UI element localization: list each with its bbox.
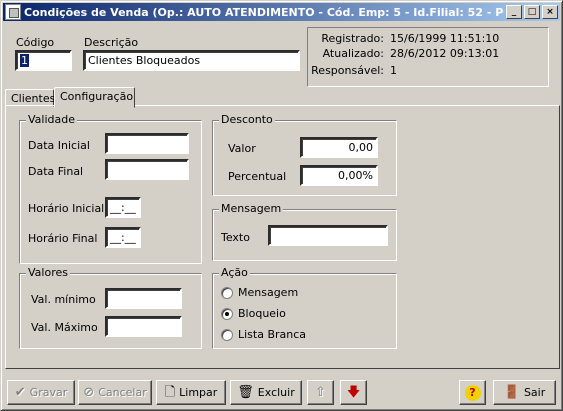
horario-final-label: Horário Final xyxy=(28,232,98,245)
cancelar-label: Cancelar xyxy=(98,386,147,399)
limpar-label: Limpar xyxy=(179,386,218,399)
acao-option-bloqueio[interactable]: Bloqueio xyxy=(221,307,286,320)
texto-label: Texto xyxy=(221,231,250,244)
horario-final-field[interactable]: __:__ xyxy=(105,227,141,248)
acao-option-mensagem[interactable]: Mensagem xyxy=(221,286,298,299)
acao-group: Ação Mensagem Bloqueio Lista Branca xyxy=(212,266,397,349)
valores-title: Valores xyxy=(26,266,70,279)
maximize-button[interactable]: □ xyxy=(524,5,540,19)
excluir-label: Excluir xyxy=(257,386,295,399)
audit-info-box: Registrado: 15/6/1999 11:51:10 Atualizad… xyxy=(307,27,549,87)
acao-title: Ação xyxy=(219,266,250,279)
help-icon: ? xyxy=(464,384,481,401)
data-final-field[interactable] xyxy=(105,159,189,180)
sair-label: Sair xyxy=(523,386,546,399)
configuracao-panel: Validade Data Inicial Data Final Horário… xyxy=(5,105,560,369)
data-inicial-label: Data Inicial xyxy=(28,139,90,152)
excluir-button[interactable]: 🗑 Excluir xyxy=(230,380,302,405)
radio-mensagem[interactable] xyxy=(221,286,233,299)
minimize-button[interactable]: _ xyxy=(506,5,522,19)
app-icon xyxy=(5,4,21,20)
radio-lista-branca[interactable] xyxy=(221,328,233,341)
valor-field[interactable]: 0,00 xyxy=(300,137,378,158)
val-maximo-field[interactable] xyxy=(105,316,182,337)
move-down-button[interactable]: 🡇 xyxy=(340,380,367,405)
limpar-button[interactable]: 🗋 Limpar xyxy=(156,380,226,405)
exit-door-icon: 🚪 xyxy=(503,385,520,400)
desconto-title: Desconto xyxy=(219,113,275,126)
horario-inicial-field[interactable]: __:__ xyxy=(105,197,141,218)
texto-field[interactable] xyxy=(268,225,388,246)
gravar-button[interactable]: ✔ Gravar xyxy=(7,380,75,405)
radio-bloqueio[interactable] xyxy=(221,307,233,320)
valores-group: Valores Val. mínimo Val. Máximo xyxy=(19,266,202,349)
data-final-label: Data Final xyxy=(28,165,84,178)
valor-label: Valor xyxy=(228,142,256,155)
arrow-up-icon: ⇧ xyxy=(315,385,326,400)
atualizado-label: Atualizado: xyxy=(322,47,384,60)
tab-configuracao[interactable]: Configuração xyxy=(54,87,135,108)
sair-button[interactable]: 🚪 Sair xyxy=(493,380,556,405)
trash-icon: 🗑 xyxy=(237,385,254,400)
close-button[interactable]: × xyxy=(542,5,558,19)
responsavel-value: 1 xyxy=(390,64,397,77)
acao-option-label: Mensagem xyxy=(238,286,299,299)
window-title: Condições de Venda (Op.: AUTO ATENDIMENT… xyxy=(24,5,504,19)
validade-title: Validade xyxy=(26,113,77,126)
descricao-field[interactable]: Clientes Bloqueados xyxy=(83,50,300,71)
help-button[interactable]: ? xyxy=(459,380,486,405)
data-inicial-field[interactable] xyxy=(105,133,189,154)
acao-option-lista-branca[interactable]: Lista Branca xyxy=(221,328,306,341)
arrow-down-icon: 🡇 xyxy=(346,385,361,400)
percentual-label: Percentual xyxy=(228,170,287,183)
acao-option-label: Bloqueio xyxy=(238,307,286,320)
percentual-field[interactable]: 0,00% xyxy=(300,165,378,186)
mensagem-title: Mensagem xyxy=(219,202,284,215)
acao-option-label: Lista Branca xyxy=(238,328,307,341)
new-document-icon: 🗋 xyxy=(164,385,176,400)
cancelar-button[interactable]: ⊘ Cancelar xyxy=(78,380,152,405)
desconto-group: Desconto Valor 0,00 Percentual 0,00% xyxy=(212,113,397,196)
check-icon: ✔ xyxy=(14,385,26,400)
title-bar[interactable]: Condições de Venda (Op.: AUTO ATENDIMENT… xyxy=(3,3,560,21)
validade-group: Validade Data Inicial Data Final Horário… xyxy=(19,113,202,264)
cancel-icon: ⊘ xyxy=(83,385,95,400)
bottom-toolbar: ✔ Gravar ⊘ Cancelar 🗋 Limpar 🗑 Excluir ⇧… xyxy=(5,377,560,407)
move-up-button[interactable]: ⇧ xyxy=(307,380,334,405)
responsavel-label: Responsável: xyxy=(311,64,384,77)
val-minimo-label: Val. mínimo xyxy=(31,293,96,306)
horario-inicial-label: Horário Inicial xyxy=(28,202,105,215)
val-maximo-label: Val. Máximo xyxy=(31,321,98,334)
codigo-field[interactable]: 1 xyxy=(15,50,72,71)
atualizado-value: 28/6/2012 09:13:01 xyxy=(390,47,500,60)
descricao-label: Descrição xyxy=(84,36,139,49)
codigo-value: 1 xyxy=(20,54,29,67)
gravar-label: Gravar xyxy=(29,386,68,399)
main-window: Condições de Venda (Op.: AUTO ATENDIMENT… xyxy=(0,0,563,411)
registrado-value: 15/6/1999 11:51:10 xyxy=(390,32,500,45)
val-minimo-field[interactable] xyxy=(105,288,182,309)
mensagem-group: Mensagem Texto xyxy=(212,202,397,261)
registrado-label: Registrado: xyxy=(321,32,384,45)
codigo-label: Código xyxy=(16,36,55,49)
